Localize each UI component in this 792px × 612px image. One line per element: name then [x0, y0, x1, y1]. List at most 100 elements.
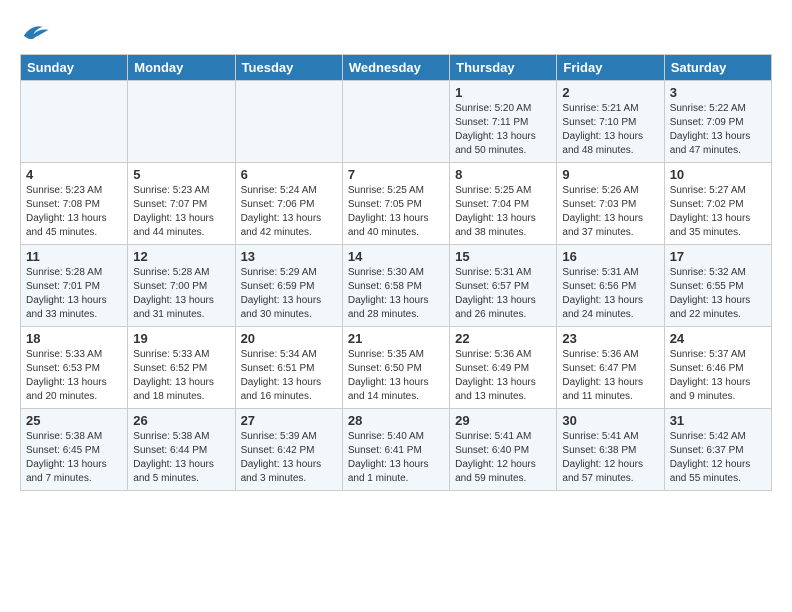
day-info: Sunrise: 5:41 AM Sunset: 6:40 PM Dayligh…	[455, 430, 551, 486]
calendar-cell: 4 Sunrise: 5:23 AM Sunset: 7:08 PM Daylig…	[21, 163, 128, 245]
day-info: Sunrise: 5:36 AM Sunset: 6:47 PM Dayligh…	[562, 348, 658, 404]
day-info: Sunrise: 5:32 AM Sunset: 6:55 PM Dayligh…	[670, 266, 766, 322]
day-number: 20	[241, 331, 337, 346]
day-info: Sunrise: 5:23 AM Sunset: 7:07 PM Dayligh…	[133, 184, 229, 240]
weekday-header-thursday: Thursday	[450, 55, 557, 81]
calendar-cell: 12 Sunrise: 5:28 AM Sunset: 7:00 PM Dayli…	[128, 245, 235, 327]
calendar-cell: 5Sunrise: 5:23 AM Sunset: 7:07 PM Daylig…	[128, 163, 235, 245]
day-info: Sunrise: 5:33 AM Sunset: 6:52 PM Dayligh…	[133, 348, 229, 404]
day-info: Sunrise: 5:29 AM Sunset: 6:59 PM Dayligh…	[241, 266, 337, 322]
day-number: 22	[455, 331, 551, 346]
calendar-cell: 19 Sunrise: 5:33 AM Sunset: 6:52 PM Dayli…	[128, 327, 235, 409]
day-number: 6	[241, 167, 337, 182]
day-info: Sunrise: 5:39 AM Sunset: 6:42 PM Dayligh…	[241, 430, 337, 486]
day-number: 30	[562, 413, 658, 428]
day-number: 25	[26, 413, 122, 428]
calendar-cell: 21 Sunrise: 5:35 AM Sunset: 6:50 PM Dayli…	[342, 327, 449, 409]
day-info: Sunrise: 5:24 AM Sunset: 7:06 PM Dayligh…	[241, 184, 337, 240]
day-info: Sunrise: 5:36 AM Sunset: 6:49 PM Dayligh…	[455, 348, 551, 404]
weekday-header-monday: Monday	[128, 55, 235, 81]
day-info: Sunrise: 5:34 AM Sunset: 6:51 PM Dayligh…	[241, 348, 337, 404]
calendar-cell: 27Sunrise: 5:39 AM Sunset: 6:42 PM Dayli…	[235, 409, 342, 491]
calendar-cell: 30 Sunrise: 5:41 AM Sunset: 6:38 PM Dayli…	[557, 409, 664, 491]
weekday-header-saturday: Saturday	[664, 55, 771, 81]
calendar-cell: 6 Sunrise: 5:24 AM Sunset: 7:06 PM Daylig…	[235, 163, 342, 245]
day-info: Sunrise: 5:31 AM Sunset: 6:57 PM Dayligh…	[455, 266, 551, 322]
day-number: 8	[455, 167, 551, 182]
calendar-cell: 29 Sunrise: 5:41 AM Sunset: 6:40 PM Dayli…	[450, 409, 557, 491]
calendar-cell	[128, 81, 235, 163]
day-number: 28	[348, 413, 444, 428]
calendar-cell: 3Sunrise: 5:22 AM Sunset: 7:09 PM Daylig…	[664, 81, 771, 163]
day-info: Sunrise: 5:38 AM Sunset: 6:45 PM Dayligh…	[26, 430, 122, 486]
calendar-cell: 20 Sunrise: 5:34 AM Sunset: 6:51 PM Dayli…	[235, 327, 342, 409]
day-info: Sunrise: 5:41 AM Sunset: 6:38 PM Dayligh…	[562, 430, 658, 486]
weekday-header-wednesday: Wednesday	[342, 55, 449, 81]
calendar-week-row: 25 Sunrise: 5:38 AM Sunset: 6:45 PM Dayli…	[21, 409, 772, 491]
day-number: 26	[133, 413, 229, 428]
calendar-cell: 25 Sunrise: 5:38 AM Sunset: 6:45 PM Dayli…	[21, 409, 128, 491]
day-number: 14	[348, 249, 444, 264]
day-number: 4	[26, 167, 122, 182]
weekday-header-tuesday: Tuesday	[235, 55, 342, 81]
day-number: 7	[348, 167, 444, 182]
weekday-header-friday: Friday	[557, 55, 664, 81]
day-info: Sunrise: 5:20 AM Sunset: 7:11 PM Dayligh…	[455, 102, 551, 158]
day-number: 18	[26, 331, 122, 346]
calendar-week-row: 11 Sunrise: 5:28 AM Sunset: 7:01 PM Dayli…	[21, 245, 772, 327]
calendar-week-row: 1Sunrise: 5:20 AM Sunset: 7:11 PM Daylig…	[21, 81, 772, 163]
day-info: Sunrise: 5:27 AM Sunset: 7:02 PM Dayligh…	[670, 184, 766, 240]
day-info: Sunrise: 5:40 AM Sunset: 6:41 PM Dayligh…	[348, 430, 444, 486]
day-number: 15	[455, 249, 551, 264]
calendar-cell: 14 Sunrise: 5:30 AM Sunset: 6:58 PM Dayli…	[342, 245, 449, 327]
calendar-cell: 18 Sunrise: 5:33 AM Sunset: 6:53 PM Dayli…	[21, 327, 128, 409]
day-number: 11	[26, 249, 122, 264]
calendar-cell: 13Sunrise: 5:29 AM Sunset: 6:59 PM Dayli…	[235, 245, 342, 327]
day-info: Sunrise: 5:31 AM Sunset: 6:56 PM Dayligh…	[562, 266, 658, 322]
day-info: Sunrise: 5:28 AM Sunset: 7:00 PM Dayligh…	[133, 266, 229, 322]
day-number: 31	[670, 413, 766, 428]
page-header	[20, 20, 772, 44]
calendar-cell	[342, 81, 449, 163]
day-number: 21	[348, 331, 444, 346]
calendar-cell: 2 Sunrise: 5:21 AM Sunset: 7:10 PM Daylig…	[557, 81, 664, 163]
day-info: Sunrise: 5:38 AM Sunset: 6:44 PM Dayligh…	[133, 430, 229, 486]
calendar-cell: 24 Sunrise: 5:37 AM Sunset: 6:46 PM Dayli…	[664, 327, 771, 409]
day-number: 19	[133, 331, 229, 346]
day-number: 12	[133, 249, 229, 264]
calendar-cell	[235, 81, 342, 163]
day-info: Sunrise: 5:25 AM Sunset: 7:05 PM Dayligh…	[348, 184, 444, 240]
day-number: 3	[670, 85, 766, 100]
calendar-cell: 9 Sunrise: 5:26 AM Sunset: 7:03 PM Daylig…	[557, 163, 664, 245]
calendar-cell: 16 Sunrise: 5:31 AM Sunset: 6:56 PM Dayli…	[557, 245, 664, 327]
day-number: 9	[562, 167, 658, 182]
day-info: Sunrise: 5:33 AM Sunset: 6:53 PM Dayligh…	[26, 348, 122, 404]
day-info: Sunrise: 5:28 AM Sunset: 7:01 PM Dayligh…	[26, 266, 122, 322]
calendar-cell: 31Sunrise: 5:42 AM Sunset: 6:37 PM Dayli…	[664, 409, 771, 491]
weekday-header-sunday: Sunday	[21, 55, 128, 81]
calendar-cell: 7 Sunrise: 5:25 AM Sunset: 7:05 PM Daylig…	[342, 163, 449, 245]
day-number: 17	[670, 249, 766, 264]
day-number: 29	[455, 413, 551, 428]
day-number: 2	[562, 85, 658, 100]
day-number: 24	[670, 331, 766, 346]
day-info: Sunrise: 5:37 AM Sunset: 6:46 PM Dayligh…	[670, 348, 766, 404]
day-info: Sunrise: 5:26 AM Sunset: 7:03 PM Dayligh…	[562, 184, 658, 240]
calendar-cell: 11 Sunrise: 5:28 AM Sunset: 7:01 PM Dayli…	[21, 245, 128, 327]
day-info: Sunrise: 5:21 AM Sunset: 7:10 PM Dayligh…	[562, 102, 658, 158]
day-info: Sunrise: 5:25 AM Sunset: 7:04 PM Dayligh…	[455, 184, 551, 240]
calendar-table: SundayMondayTuesdayWednesdayThursdayFrid…	[20, 54, 772, 491]
calendar-cell: 15 Sunrise: 5:31 AM Sunset: 6:57 PM Dayli…	[450, 245, 557, 327]
calendar-cell: 1Sunrise: 5:20 AM Sunset: 7:11 PM Daylig…	[450, 81, 557, 163]
calendar-cell: 28 Sunrise: 5:40 AM Sunset: 6:41 PM Dayli…	[342, 409, 449, 491]
logo-bird-icon	[20, 20, 50, 44]
calendar-cell: 22 Sunrise: 5:36 AM Sunset: 6:49 PM Dayli…	[450, 327, 557, 409]
calendar-cell	[21, 81, 128, 163]
day-info: Sunrise: 5:23 AM Sunset: 7:08 PM Dayligh…	[26, 184, 122, 240]
day-number: 16	[562, 249, 658, 264]
calendar-cell: 8 Sunrise: 5:25 AM Sunset: 7:04 PM Daylig…	[450, 163, 557, 245]
day-info: Sunrise: 5:35 AM Sunset: 6:50 PM Dayligh…	[348, 348, 444, 404]
logo	[20, 20, 54, 44]
calendar-header-row: SundayMondayTuesdayWednesdayThursdayFrid…	[21, 55, 772, 81]
day-info: Sunrise: 5:30 AM Sunset: 6:58 PM Dayligh…	[348, 266, 444, 322]
